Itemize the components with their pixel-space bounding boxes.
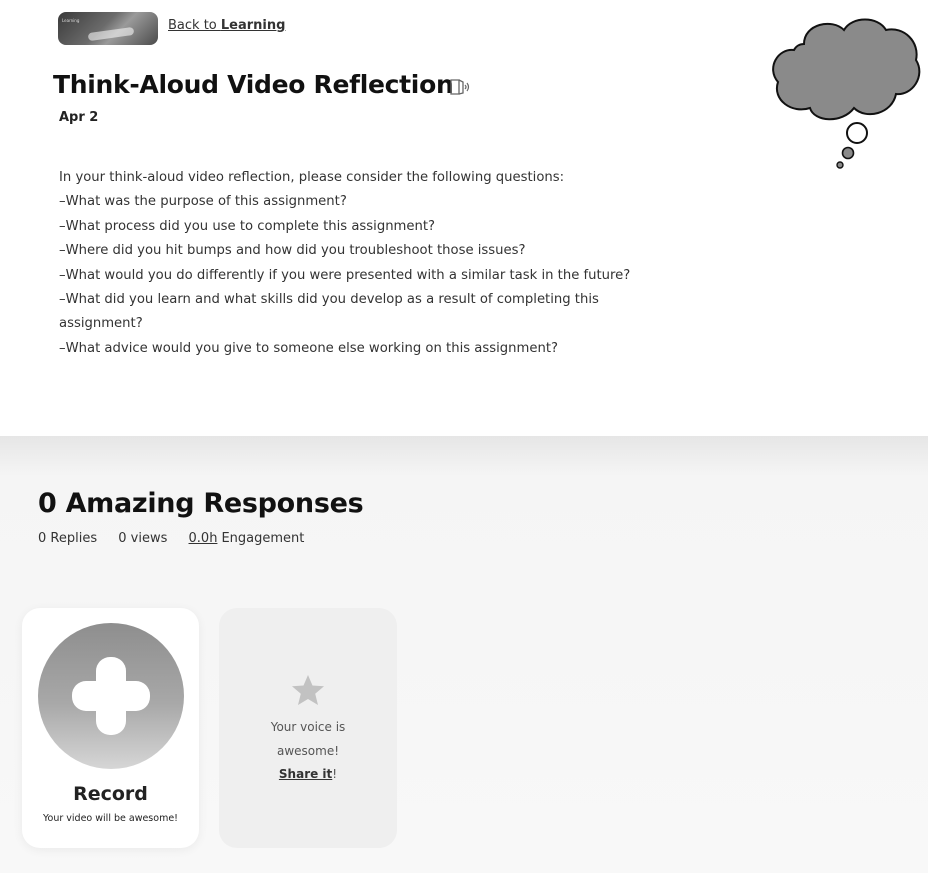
assignment-prompt: In your think-aloud video reflection, pl… — [59, 166, 679, 361]
share-suffix: ! — [332, 767, 338, 781]
share-line-2: awesome! — [276, 743, 340, 758]
prompt-line: –Where did you hit bumps and how did you… — [59, 243, 526, 259]
thought-bubble-icon — [772, 18, 921, 169]
response-stats: 0 Replies 0 views 0.0h Engagement — [38, 531, 321, 546]
responses-title: 0 Amazing Responses — [38, 488, 364, 519]
plus-icon-horizontal — [72, 681, 150, 711]
share-it-link[interactable]: Share it — [279, 767, 332, 781]
prompt-line: assignment? — [59, 316, 143, 332]
page-title: Think-Aloud Video Reflection — [53, 70, 454, 99]
prompt-line: –What process did you use to complete th… — [59, 218, 436, 234]
views-count: 0 views — [118, 531, 168, 546]
prompt-line: –What was the purpose of this assignment… — [59, 194, 347, 210]
prompt-line: –What would you do differently if you we… — [59, 267, 631, 283]
record-label: Record — [73, 783, 148, 805]
thumbnail-caption: Learning — [62, 18, 80, 23]
back-link-target: Learning — [220, 18, 286, 33]
page: Learning Back to Learning Think-Aloud Vi… — [0, 0, 928, 873]
responses-section: 0 Amazing Responses 0 Replies 0 views 0.… — [0, 436, 928, 873]
share-line-1: Your voice is — [270, 720, 346, 734]
engagement-value-link[interactable]: 0.0h — [189, 531, 218, 546]
share-line-3: Share it! — [219, 763, 397, 787]
engagement-label: Engagement — [221, 531, 305, 546]
thumbnail-glare — [87, 26, 135, 42]
back-link-prefix: Back to — [168, 18, 221, 33]
replies-count: 0 Replies — [38, 531, 98, 546]
share-card: Your voice is awesome! Share it! — [219, 608, 397, 848]
immersive-reader-icon[interactable] — [449, 77, 471, 97]
prompt-line: –What did you learn and what skills did … — [59, 292, 599, 308]
learning-thumbnail[interactable]: Learning — [58, 12, 158, 45]
record-button[interactable] — [38, 623, 184, 769]
prompt-line: –What advice would you give to someone e… — [59, 340, 559, 356]
assignment-section: Learning Back to Learning Think-Aloud Vi… — [0, 0, 928, 436]
assignment-date: Apr 2 — [59, 110, 99, 125]
record-card[interactable]: Record Your video will be awesome! — [22, 608, 199, 848]
prompt-line: In your think-aloud video reflection, pl… — [59, 170, 565, 185]
back-to-learning-link[interactable]: Back to Learning — [168, 18, 285, 33]
record-subtitle: Your video will be awesome! — [43, 813, 178, 824]
share-message: Your voice is awesome! Share it! — [219, 716, 397, 787]
star-icon — [292, 675, 324, 705]
